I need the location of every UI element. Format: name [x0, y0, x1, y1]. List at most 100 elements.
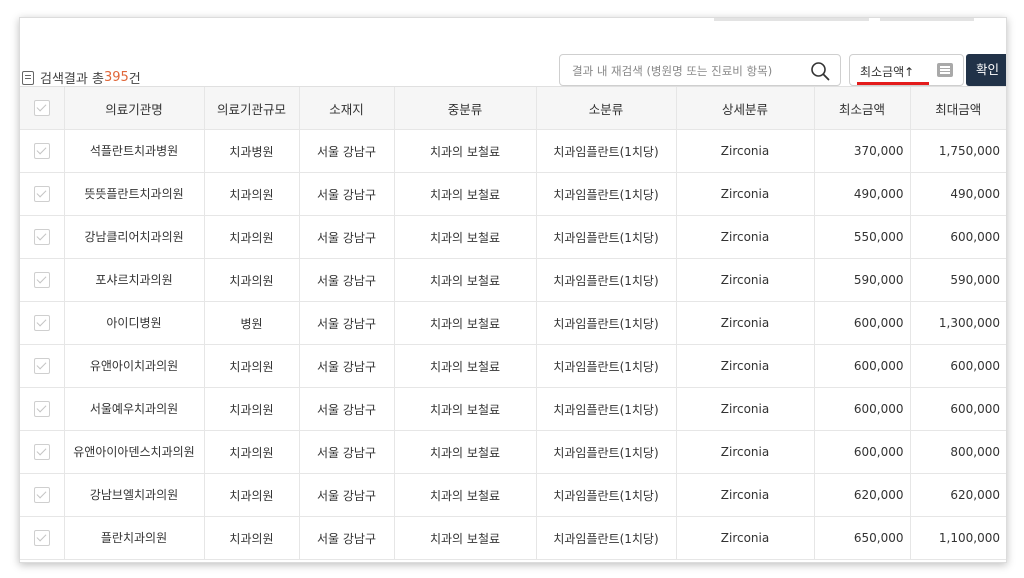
- row-checkbox[interactable]: [33, 229, 50, 245]
- column-header[interactable]: 의료기관명: [63, 86, 204, 130]
- min-price-cell: 600,000: [813, 430, 910, 474]
- mid-category-cell: 치과의 보철료: [393, 430, 536, 474]
- min-price-cell: 600,000: [813, 387, 910, 431]
- table-header-row: 의료기관명 의료기관규모 소재지 중분류 소분류 상세분류 최소금액 최대금액: [20, 86, 1006, 130]
- sub-category-cell: 치과임플란트(1치당): [535, 387, 676, 431]
- row-select-cell: [20, 129, 64, 173]
- sub-category-cell: 치과임플란트(1치당): [535, 129, 676, 173]
- mid-category-cell: 치과의 보철료: [393, 129, 536, 173]
- confirm-button[interactable]: 확인: [966, 54, 1006, 86]
- location-cell: 서울 강남구: [298, 129, 394, 173]
- location-cell: 서울 강남구: [298, 344, 394, 388]
- search-icon[interactable]: [810, 61, 830, 81]
- table-row[interactable]: 포샤르치과의원 치과의원 서울 강남구 치과의 보철료 치과임플란트(1치당) Zirco…: [20, 258, 1006, 302]
- detail-category-cell: Zirconia: [675, 430, 814, 474]
- location-cell: 서울 강남구: [298, 301, 394, 345]
- row-select-cell: [20, 172, 64, 216]
- row-checkbox[interactable]: [33, 272, 50, 288]
- row-select-cell: [20, 301, 64, 345]
- row-checkbox[interactable]: [33, 358, 50, 374]
- row-checkbox[interactable]: [33, 186, 50, 202]
- mid-category-cell: 치과의 보철료: [393, 301, 536, 345]
- mid-category-cell: 치과의 보철료: [393, 387, 536, 431]
- row-select-cell: [20, 516, 64, 560]
- select-all-cell: [20, 86, 64, 130]
- detail-category-cell: Zirconia: [675, 215, 814, 259]
- min-price-cell: 590,000: [813, 258, 910, 302]
- max-price-cell: 600,000: [909, 387, 1006, 431]
- table-row[interactable]: 석플란트치과병원 치과병원 서울 강남구 치과의 보철료 치과임플란트(1치당) Zirc…: [20, 129, 1006, 173]
- max-price-cell: 1,100,000: [909, 516, 1006, 560]
- table-row[interactable]: 플란치과의원 치과의원 서울 강남구 치과의 보철료 치과임플란트(1치당) Zircon…: [20, 516, 1006, 560]
- hospital-size-cell: 치과의원: [203, 258, 299, 302]
- location-cell: 서울 강남구: [298, 172, 394, 216]
- column-header[interactable]: 최소금액: [813, 86, 910, 130]
- table-row[interactable]: 강남클리어치과의원 치과의원 서울 강남구 치과의 보철료 치과임플란트(1치당) Zir…: [20, 215, 1006, 259]
- sub-category-cell: 치과임플란트(1치당): [535, 473, 676, 517]
- column-header[interactable]: 소분류: [535, 86, 676, 130]
- detail-category-cell: Zirconia: [675, 129, 814, 173]
- row-select-cell: [20, 430, 64, 474]
- table-row[interactable]: 유앤아이아덴스치과의원 치과의원 서울 강남구 치과의 보철료 치과임플란트(1치당) Z…: [20, 430, 1006, 474]
- sub-category-cell: 치과임플란트(1치당): [535, 301, 676, 345]
- min-price-cell: 650,000: [813, 516, 910, 560]
- mid-category-cell: 치과의 보철료: [393, 215, 536, 259]
- hospital-name-cell: 유앤아이아덴스치과의원: [63, 430, 204, 474]
- detail-category-cell: Zirconia: [675, 301, 814, 345]
- select-all-checkbox[interactable]: [33, 100, 50, 117]
- detail-category-cell: Zirconia: [675, 516, 814, 560]
- table-row[interactable]: 강남브엘치과의원 치과의원 서울 강남구 치과의 보철료 치과임플란트(1치당) Zirc…: [20, 473, 1006, 517]
- sub-category-cell: 치과임플란트(1치당): [535, 258, 676, 302]
- hospital-size-cell: 치과의원: [203, 387, 299, 431]
- table-row[interactable]: 아이디병원 병원 서울 강남구 치과의 보철료 치과임플란트(1치당) Zirconia 6…: [20, 301, 1006, 345]
- column-header[interactable]: 의료기관규모: [203, 86, 299, 130]
- result-count-suffix: 건: [128, 72, 141, 87]
- sort-label: 최소금액↑: [860, 65, 915, 79]
- sort-select[interactable]: 최소금액↑: [849, 54, 964, 86]
- max-price-cell: 600,000: [909, 215, 1006, 259]
- list-icon: [22, 70, 34, 85]
- min-price-cell: 600,000: [813, 301, 910, 345]
- hospital-name-cell: 포샤르치과의원: [63, 258, 204, 302]
- list-view-icon[interactable]: [937, 63, 953, 77]
- location-cell: 서울 강남구: [298, 258, 394, 302]
- result-count-number: 395: [103, 70, 129, 85]
- sub-category-cell: 치과임플란트(1치당): [535, 344, 676, 388]
- row-checkbox[interactable]: [33, 315, 50, 331]
- row-select-cell: [20, 258, 64, 302]
- detail-category-cell: Zirconia: [675, 387, 814, 431]
- search-input[interactable]: [570, 55, 804, 87]
- sub-category-cell: 치과임플란트(1치당): [535, 215, 676, 259]
- min-price-cell: 620,000: [813, 473, 910, 517]
- mid-category-cell: 치과의 보철료: [393, 258, 536, 302]
- max-price-cell: 800,000: [909, 430, 1006, 474]
- detail-category-cell: Zirconia: [675, 258, 814, 302]
- row-checkbox[interactable]: [33, 530, 50, 546]
- mid-category-cell: 치과의 보철료: [393, 473, 536, 517]
- sub-category-cell: 치과임플란트(1치당): [535, 172, 676, 216]
- mid-category-cell: 치과의 보철료: [393, 516, 536, 560]
- hospital-name-cell: 강남브엘치과의원: [63, 473, 204, 517]
- min-price-cell: 370,000: [813, 129, 910, 173]
- column-header[interactable]: 상세분류: [675, 86, 814, 130]
- table-row[interactable]: 서울예우치과의원 치과의원 서울 강남구 치과의 보철료 치과임플란트(1치당) Zirc…: [20, 387, 1006, 431]
- sub-category-cell: 치과임플란트(1치당): [535, 430, 676, 474]
- row-checkbox[interactable]: [33, 401, 50, 417]
- max-price-cell: 1,300,000: [909, 301, 1006, 345]
- row-checkbox[interactable]: [33, 487, 50, 503]
- max-price-cell: 1,750,000: [909, 129, 1006, 173]
- row-checkbox[interactable]: [33, 143, 50, 159]
- detail-category-cell: Zirconia: [675, 172, 814, 216]
- hospital-name-cell: 서울예우치과의원: [63, 387, 204, 431]
- hospital-size-cell: 치과의원: [203, 172, 299, 216]
- top-tab-stub: [880, 18, 974, 21]
- column-header[interactable]: 소재지: [298, 86, 394, 130]
- row-select-cell: [20, 215, 64, 259]
- column-header[interactable]: 최대금액: [909, 86, 1006, 130]
- min-price-cell: 550,000: [813, 215, 910, 259]
- column-header[interactable]: 중분류: [393, 86, 536, 130]
- row-checkbox[interactable]: [33, 444, 50, 460]
- table-row[interactable]: 뜻뜻플란트치과의원 치과의원 서울 강남구 치과의 보철료 치과임플란트(1치당) Zir…: [20, 172, 1006, 216]
- table-row[interactable]: 유앤아이치과의원 치과의원 서울 강남구 치과의 보철료 치과임플란트(1치당) Zirc…: [20, 344, 1006, 388]
- hospital-size-cell: 치과의원: [203, 344, 299, 388]
